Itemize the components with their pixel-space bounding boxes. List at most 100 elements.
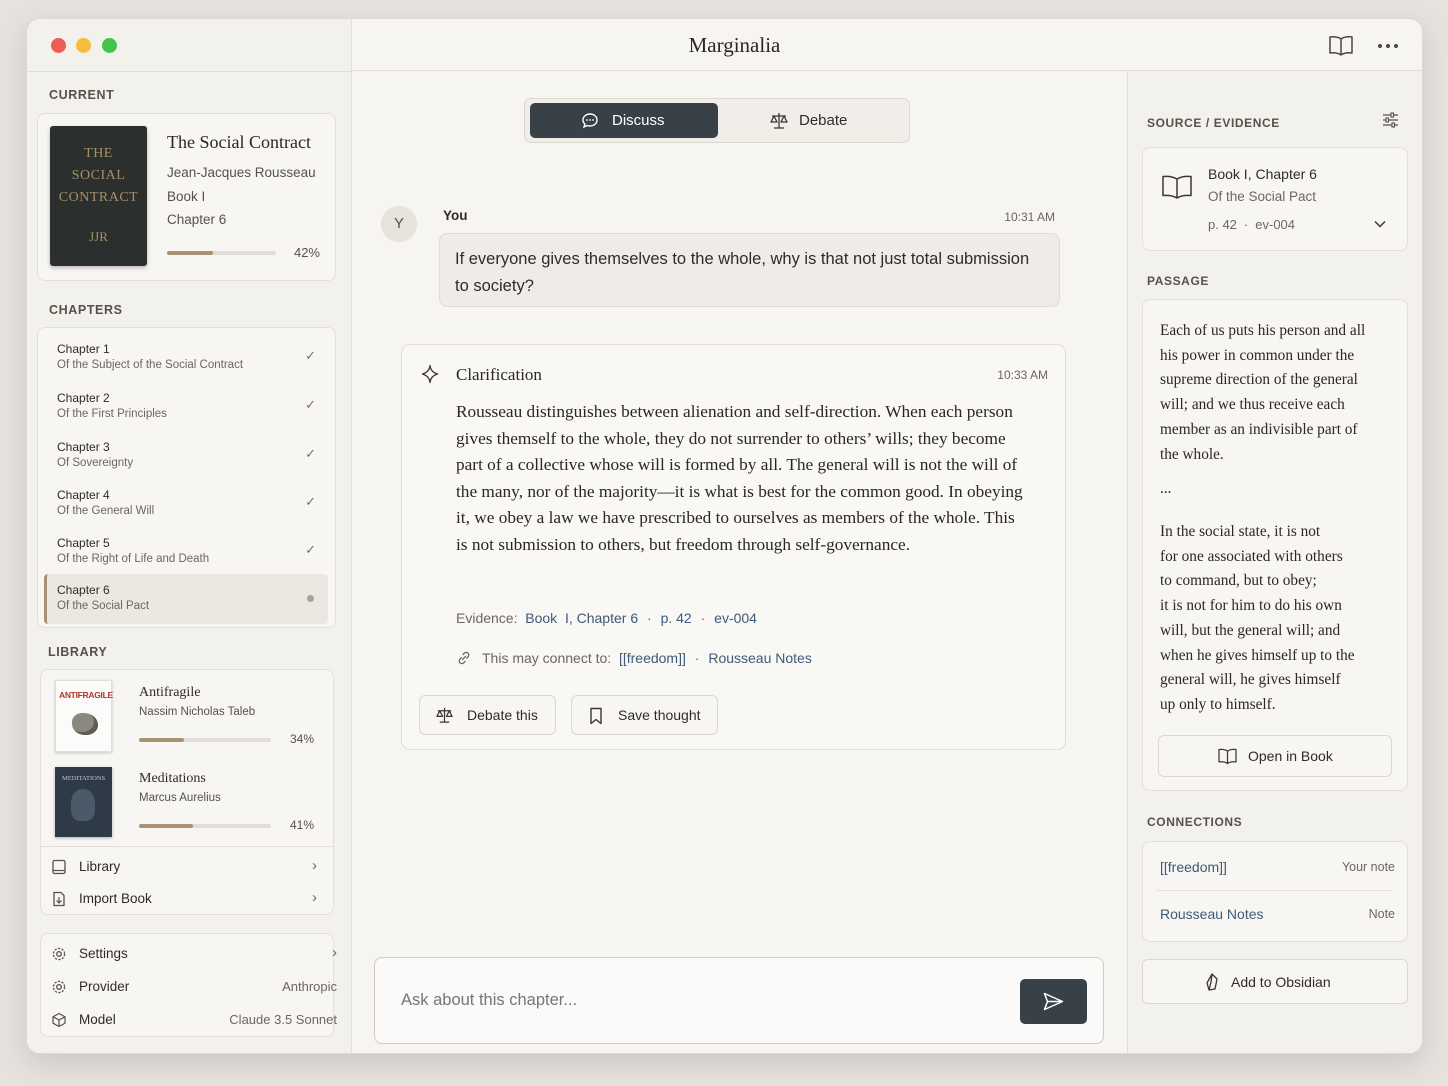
library-book-title[interactable]: Antifragile	[139, 685, 200, 701]
user-name: You	[443, 208, 468, 223]
progress-fill	[167, 251, 213, 255]
rock-illustration	[72, 713, 98, 735]
current-book-card[interactable]: THE SOCIAL CONTRACT JJR The Social Contr…	[37, 113, 336, 281]
library-progress-bar	[139, 824, 271, 828]
user-message-bubble: If everyone gives themselves to the whol…	[439, 233, 1060, 307]
current-heading: CURRENT	[49, 88, 115, 102]
connect-line: This may connect to: [[freedom]] · Rouss…	[482, 650, 812, 666]
library-book-author: Marcus Aurelius	[139, 792, 221, 804]
obsidian-icon	[1206, 973, 1218, 991]
tab-discuss-label: Discuss	[612, 112, 665, 129]
passage-line: his power in common under the	[1160, 346, 1355, 364]
mode-tabs: Discuss Debate	[524, 98, 910, 143]
bust-illustration	[71, 789, 95, 821]
passage-line: it is not for him to do his own	[1160, 597, 1342, 615]
book-open-icon[interactable]	[1328, 35, 1354, 57]
tab-debate[interactable]: Debate	[721, 103, 907, 138]
tab-discuss[interactable]: Discuss	[530, 103, 718, 138]
antifragile-cover: ANTIFRAGILE	[55, 680, 113, 752]
cover-line: SOCIAL	[71, 168, 126, 183]
chapter-item-3[interactable]: Chapter 3 Of Sovereignty ✓	[44, 432, 328, 479]
chapter-title: Chapter 3	[57, 440, 110, 454]
open-in-book-button[interactable]: Open in Book	[1158, 735, 1392, 777]
connection-name: [[freedom]]	[1160, 859, 1227, 875]
connection-item[interactable]: Rousseau Notes Note	[1143, 891, 1407, 941]
book-open-icon	[1162, 175, 1192, 199]
connection-name: Rousseau Notes	[1160, 906, 1264, 922]
gear-icon	[52, 980, 66, 994]
title-bar: Marginalia	[352, 19, 1422, 71]
passage-line: supreme direction of the general	[1160, 371, 1358, 389]
add-to-obsidian-button[interactable]: Add to Obsidian	[1142, 959, 1408, 1004]
library-progress-label: 34%	[289, 732, 314, 746]
evidence-id-link[interactable]: ev-004	[714, 610, 757, 626]
chapter-subtitle: Of the General Will	[57, 505, 155, 517]
chat-bubble-icon	[582, 113, 598, 129]
current-book-part: Book I	[167, 189, 206, 204]
chapter-list: Chapter 1 Of the Subject of the Social Co…	[37, 327, 336, 628]
library-book-title[interactable]: Meditations	[139, 771, 206, 787]
evidence-line: Evidence: Book I, Chapter 6 · p. 42 · ev…	[456, 610, 757, 626]
source-meta: p. 42 · ev-004	[1208, 217, 1295, 232]
source-subtitle: Of the Social Pact	[1208, 189, 1317, 204]
chapter-item-4[interactable]: Chapter 4 Of the General Will ✓	[44, 480, 328, 527]
passage-card: Each of us puts his person and all his p…	[1142, 299, 1408, 791]
scales-icon	[436, 707, 453, 723]
source-page: p. 42	[1208, 217, 1237, 232]
chapter-subtitle: Of the Subject of the Social Contract	[57, 359, 244, 371]
more-options-icon[interactable]	[1377, 43, 1399, 49]
passage-line: when he gives himself up to the	[1160, 646, 1355, 664]
tab-debate-label: Debate	[799, 112, 848, 129]
provider-value: Anthropic	[282, 979, 337, 994]
passage-line: to command, but to obey;	[1160, 572, 1317, 590]
current-book-title: The Social Contract	[167, 132, 311, 152]
reply-text: Rousseau distinguishes between alienatio…	[456, 402, 1023, 554]
library-book-author: Nassim Nicholas Taleb	[139, 706, 256, 718]
user-avatar: Y	[381, 206, 417, 242]
chapter-subtitle: Of Sovereignty	[57, 457, 134, 469]
chapter-item-6-active[interactable]: Chapter 6 Of the Social Pact	[44, 574, 328, 624]
maximize-window-button[interactable]	[102, 38, 117, 53]
freedom-note-link[interactable]: [[freedom]]	[619, 650, 686, 666]
chapter-title: Chapter 5	[57, 536, 110, 550]
save-thought-button[interactable]: Save thought	[571, 695, 718, 735]
chapter-item-5[interactable]: Chapter 5 Of the Right of Life and Death ✓	[44, 528, 328, 575]
cover-text: ANTIFRAGILE	[59, 690, 113, 700]
import-file-icon	[53, 891, 65, 907]
check-icon: ✓	[305, 494, 316, 509]
cover-line: THE	[84, 146, 113, 161]
passage-line: will, but the general will; and	[1160, 621, 1341, 639]
send-button[interactable]	[1020, 979, 1087, 1024]
source-separator: ·	[1243, 217, 1249, 232]
evidence-chapter-link[interactable]: Book I, Chapter 6	[525, 610, 638, 626]
chevron-right-icon: ›	[312, 889, 317, 906]
chevron-right-icon: ›	[332, 944, 337, 961]
cover-text: MEDITATIONS	[62, 775, 106, 782]
filter-sliders-icon[interactable]	[1382, 112, 1399, 128]
chapter-subtitle: Of the Right of Life and Death	[57, 553, 210, 565]
rousseau-notes-link[interactable]: Rousseau Notes	[708, 650, 812, 666]
connection-item[interactable]: [[freedom]] Your note	[1143, 842, 1407, 890]
clarification-card: Clarification 10:33 AM Rousseau distingu…	[401, 344, 1066, 750]
current-dot-icon	[307, 595, 314, 602]
library-progress-bar	[139, 738, 271, 742]
chat-input-box	[374, 957, 1104, 1044]
close-window-button[interactable]	[51, 38, 66, 53]
library-heading: LIBRARY	[48, 645, 108, 659]
chevron-right-icon: ›	[312, 857, 317, 874]
save-thought-label: Save thought	[618, 707, 701, 723]
chevron-down-icon[interactable]	[1374, 220, 1386, 228]
source-card[interactable]: Book I, Chapter 6 Of the Social Pact p. …	[1142, 147, 1408, 251]
chapter-item-2[interactable]: Chapter 2 Of the First Principles ✓	[44, 383, 328, 430]
model-label: Model	[79, 1012, 116, 1027]
minimize-window-button[interactable]	[76, 38, 91, 53]
user-message-time: 10:31 AM	[1004, 210, 1055, 224]
current-progress-label: 42%	[293, 245, 320, 260]
chat-input[interactable]	[401, 988, 1001, 1012]
debate-this-button[interactable]: Debate this	[419, 695, 556, 735]
passage-ellipsis: ...	[1160, 480, 1172, 497]
evidence-page-link[interactable]: p. 42	[661, 610, 692, 626]
chapter-item-1[interactable]: Chapter 1 Of the Subject of the Social Co…	[44, 334, 328, 381]
evidence-label: Evidence:	[456, 610, 518, 626]
cube-icon	[52, 1012, 66, 1028]
